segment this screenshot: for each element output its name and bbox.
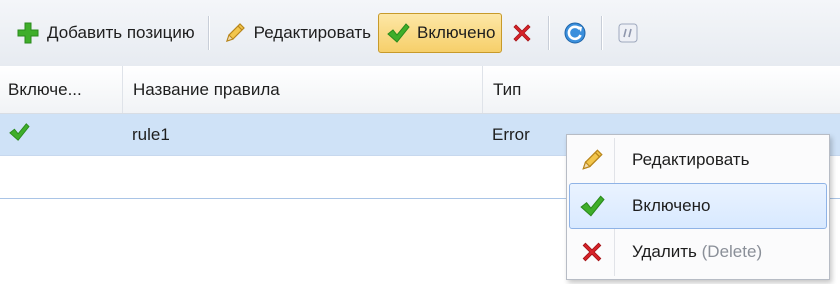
enabled-label: Включено	[417, 23, 496, 42]
column-header-rule-name[interactable]: Название правила	[122, 66, 482, 113]
delete-button[interactable]	[502, 13, 542, 53]
toolbar: Добавить позицию Редактировать Включено	[0, 0, 840, 66]
context-edit-label: Редактировать	[632, 150, 750, 169]
refresh-icon	[562, 20, 588, 46]
filter-icon	[615, 20, 641, 46]
checkmark-icon	[385, 20, 411, 46]
column-header-enabled[interactable]: Включе...	[0, 66, 122, 113]
refresh-button[interactable]	[555, 13, 595, 53]
context-delete-label: Удалить (Delete)	[632, 242, 763, 261]
add-position-button[interactable]: Добавить позицию	[8, 13, 202, 53]
edit-button[interactable]: Редактировать	[215, 13, 378, 53]
pencil-icon	[222, 20, 248, 46]
delete-x-icon	[509, 20, 535, 46]
toolbar-separator	[601, 16, 603, 50]
delete-x-icon	[570, 240, 614, 264]
delete-shortcut-hint: (Delete)	[701, 242, 763, 261]
enabled-toggle-button[interactable]: Включено	[378, 13, 503, 53]
context-edit-item[interactable]: Редактировать	[569, 137, 827, 183]
context-delete-item[interactable]: Удалить (Delete)	[569, 229, 827, 275]
filter-button[interactable]	[608, 13, 648, 53]
column-header-type[interactable]: Тип	[482, 66, 840, 113]
enabled-cell[interactable]	[0, 114, 122, 155]
rule-name-cell[interactable]: rule1	[122, 114, 482, 155]
context-menu: Редактировать Включено Удалить (Delete)	[566, 134, 830, 280]
add-position-label: Добавить позицию	[47, 23, 195, 42]
plus-icon	[15, 20, 41, 46]
checkmark-icon	[8, 122, 30, 147]
checkmark-icon	[570, 194, 614, 218]
grid-header: Включе... Название правила Тип	[0, 66, 840, 114]
edit-label: Редактировать	[253, 23, 372, 42]
toolbar-separator	[548, 16, 550, 50]
pencil-icon	[570, 147, 614, 173]
context-enabled-label: Включено	[632, 196, 711, 215]
context-enabled-item[interactable]: Включено	[569, 183, 827, 229]
toolbar-separator	[207, 16, 209, 50]
